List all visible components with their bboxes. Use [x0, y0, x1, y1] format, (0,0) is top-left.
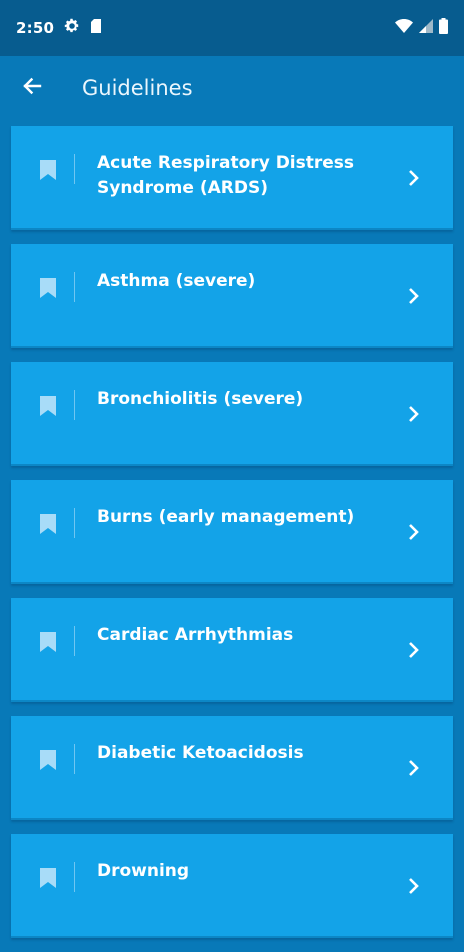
- guideline-label: Diabetic Ketoacidosis: [97, 743, 304, 763]
- guideline-item[interactable]: Asthma (severe): [11, 244, 453, 348]
- chevron-right-icon: [407, 404, 421, 424]
- divider: [74, 862, 75, 892]
- guideline-label: Bronchiolitis (severe): [97, 389, 304, 409]
- divider: [74, 272, 75, 302]
- guideline-label: Asthma (severe): [97, 271, 256, 291]
- battery-icon: [439, 18, 448, 38]
- back-button[interactable]: [0, 56, 64, 120]
- guideline-item[interactable]: Burns (early management): [11, 480, 453, 584]
- chevron-right-icon: [407, 168, 421, 188]
- chevron-right-icon: [407, 876, 421, 896]
- signal-icon: [419, 18, 433, 38]
- status-left: 2:50: [16, 18, 102, 38]
- status-time: 2:50: [16, 19, 55, 37]
- guideline-item[interactable]: Cardiac Arrhythmias: [11, 598, 453, 702]
- guideline-list: Acute Respiratory Distress Syndrome (ARD…: [11, 126, 453, 952]
- guideline-item[interactable]: Drowning: [11, 834, 453, 938]
- chevron-right-icon: [407, 286, 421, 306]
- bookmark-icon[interactable]: [39, 277, 57, 299]
- bookmark-icon[interactable]: [39, 749, 57, 771]
- app-bar: Guidelines: [0, 56, 464, 120]
- bookmark-icon[interactable]: [39, 159, 57, 181]
- guideline-item[interactable]: Diabetic Ketoacidosis: [11, 716, 453, 820]
- guideline-label: Drowning: [97, 861, 190, 881]
- divider: [74, 154, 75, 184]
- status-right: [395, 18, 448, 38]
- guideline-label: Acute Respiratory Distress Syndrome (ARD…: [97, 153, 355, 198]
- chevron-right-icon: [407, 522, 421, 542]
- guideline-label: Cardiac Arrhythmias: [97, 625, 294, 645]
- divider: [74, 390, 75, 420]
- status-bar: 2:50: [0, 0, 464, 56]
- page-title: Guidelines: [82, 76, 193, 100]
- guideline-item[interactable]: Bronchiolitis (severe): [11, 362, 453, 466]
- bookmark-icon[interactable]: [39, 395, 57, 417]
- gear-icon: [64, 18, 80, 38]
- chevron-right-icon: [407, 758, 421, 778]
- arrow-left-icon: [22, 76, 42, 100]
- divider: [74, 508, 75, 538]
- guideline-item[interactable]: Acute Respiratory Distress Syndrome (ARD…: [11, 126, 453, 230]
- divider: [74, 626, 75, 656]
- sd-card-icon: [90, 18, 102, 38]
- bookmark-icon[interactable]: [39, 631, 57, 653]
- chevron-right-icon: [407, 640, 421, 660]
- bookmark-icon[interactable]: [39, 513, 57, 535]
- wifi-icon: [395, 18, 413, 38]
- bookmark-icon[interactable]: [39, 867, 57, 889]
- guideline-label: Burns (early management): [97, 507, 355, 527]
- divider: [74, 744, 75, 774]
